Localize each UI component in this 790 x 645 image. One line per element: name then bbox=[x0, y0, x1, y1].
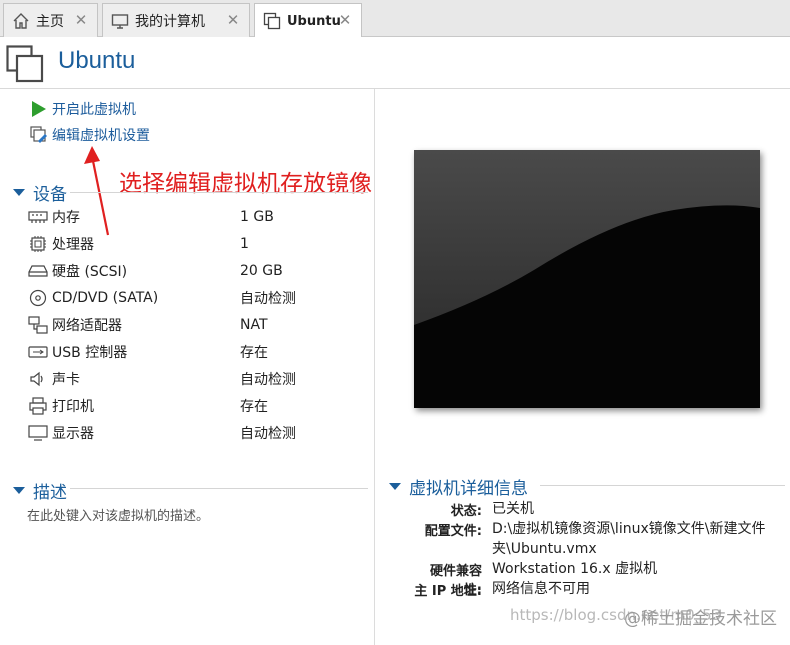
vm-header: Ubuntu bbox=[0, 37, 790, 89]
ip-address-value: 网络信息不可用 bbox=[492, 581, 590, 597]
close-icon[interactable]: ✕ bbox=[225, 12, 241, 28]
hardware-compat-value: Workstation 16.x 虚拟机 bbox=[492, 561, 658, 577]
device-row-network[interactable]: 网络适配器 NAT bbox=[28, 311, 368, 338]
tab-my-computer[interactable]: 我的计算机 ✕ bbox=[102, 3, 250, 37]
device-value: 1 bbox=[240, 235, 249, 252]
speaker-icon bbox=[28, 370, 48, 388]
device-value: 存在 bbox=[240, 398, 268, 415]
device-row-printer[interactable]: 打印机 存在 bbox=[28, 392, 368, 419]
power-on-action[interactable]: 开启此虚拟机 bbox=[30, 99, 136, 119]
tab-home[interactable]: 主页 ✕ bbox=[3, 3, 98, 37]
edit-settings-icon bbox=[30, 126, 48, 144]
device-row-display[interactable]: 显示器 自动检测 bbox=[28, 419, 368, 446]
watermark-brand: @稀土掘金技术社区 bbox=[624, 609, 777, 629]
config-file-label: 配置文件: bbox=[424, 524, 482, 539]
device-name: 硬盘 (SCSI) bbox=[52, 263, 128, 280]
home-icon bbox=[12, 12, 30, 30]
device-value: 自动检测 bbox=[240, 371, 296, 388]
device-row-cd-dvd[interactable]: CD/DVD (SATA) 自动检测 bbox=[28, 284, 368, 311]
tab-ubuntu[interactable]: Ubuntu ✕ bbox=[254, 3, 362, 38]
play-icon bbox=[30, 100, 48, 118]
collapse-icon bbox=[13, 189, 25, 196]
device-row-cpu[interactable]: 处理器 1 bbox=[28, 230, 368, 257]
usb-icon bbox=[28, 343, 48, 361]
section-divider bbox=[70, 488, 368, 489]
device-value: 存在 bbox=[240, 344, 268, 361]
pane-divider bbox=[374, 89, 375, 645]
device-value: 1 GB bbox=[240, 208, 274, 225]
device-name: 处理器 bbox=[52, 236, 94, 253]
hard-disk-icon bbox=[28, 262, 48, 280]
details-title: 虚拟机详细信息 bbox=[409, 479, 528, 499]
description-field[interactable]: 在此处键入对该虚拟机的描述。 bbox=[27, 505, 209, 524]
cd-dvd-icon bbox=[28, 289, 48, 307]
collapse-icon bbox=[389, 483, 401, 490]
tab-home-label: 主页 bbox=[36, 13, 64, 30]
description-section-header[interactable]: 描述 bbox=[13, 478, 67, 503]
network-adapter-icon bbox=[28, 315, 48, 334]
power-on-label: 开启此虚拟机 bbox=[52, 102, 136, 118]
status-value: 已关机 bbox=[492, 501, 534, 517]
device-name: CD/DVD (SATA) bbox=[52, 289, 159, 306]
device-name: 声卡 bbox=[52, 371, 80, 388]
config-file-value-line2: 夹\Ubuntu.vmx bbox=[492, 541, 597, 557]
device-row-hard-disk[interactable]: 硬盘 (SCSI) 20 GB bbox=[28, 257, 368, 284]
tab-bar: 主页 ✕ 我的计算机 ✕ Ubuntu ✕ bbox=[0, 0, 790, 38]
ip-address-label: 主 IP 地址: bbox=[414, 584, 482, 599]
device-value: 自动检测 bbox=[240, 290, 296, 307]
collapse-icon bbox=[13, 487, 25, 494]
tab-my-computer-label: 我的计算机 bbox=[135, 13, 205, 30]
description-title: 描述 bbox=[33, 483, 67, 503]
device-name: 打印机 bbox=[52, 398, 94, 415]
device-value: 自动检测 bbox=[240, 425, 296, 442]
device-row-usb[interactable]: USB 控制器 存在 bbox=[28, 338, 368, 365]
device-name: 显示器 bbox=[52, 425, 94, 442]
vm-icon bbox=[6, 45, 44, 83]
device-value: 20 GB bbox=[240, 262, 283, 279]
status-label: 状态: bbox=[450, 504, 482, 519]
section-divider bbox=[540, 485, 785, 486]
printer-icon bbox=[28, 396, 48, 415]
device-row-sound[interactable]: 声卡 自动检测 bbox=[28, 365, 368, 392]
device-name: 网络适配器 bbox=[52, 317, 122, 334]
config-file-value-line1: D:\虚拟机镜像资源\linux镜像文件\新建文件 bbox=[492, 521, 766, 537]
section-divider bbox=[70, 192, 368, 193]
page-title: Ubuntu bbox=[58, 47, 136, 74]
memory-icon bbox=[28, 208, 48, 226]
display-icon bbox=[28, 424, 48, 442]
header-divider bbox=[0, 88, 790, 89]
close-icon[interactable]: ✕ bbox=[73, 12, 89, 28]
device-name: USB 控制器 bbox=[52, 344, 128, 361]
vm-icon bbox=[263, 12, 281, 30]
vm-preview[interactable] bbox=[414, 150, 760, 408]
cpu-icon bbox=[28, 235, 48, 253]
close-icon[interactable]: ✕ bbox=[337, 12, 353, 28]
devices-section-header[interactable]: 设备 bbox=[13, 180, 67, 205]
devices-title: 设备 bbox=[33, 185, 67, 205]
tab-ubuntu-label: Ubuntu bbox=[287, 13, 341, 29]
device-name: 内存 bbox=[52, 209, 80, 226]
device-value: NAT bbox=[240, 316, 268, 333]
monitor-icon bbox=[111, 12, 129, 30]
device-row-memory[interactable]: 内存 1 GB bbox=[28, 203, 368, 230]
details-section-header[interactable]: 虚拟机详细信息 bbox=[389, 474, 528, 499]
